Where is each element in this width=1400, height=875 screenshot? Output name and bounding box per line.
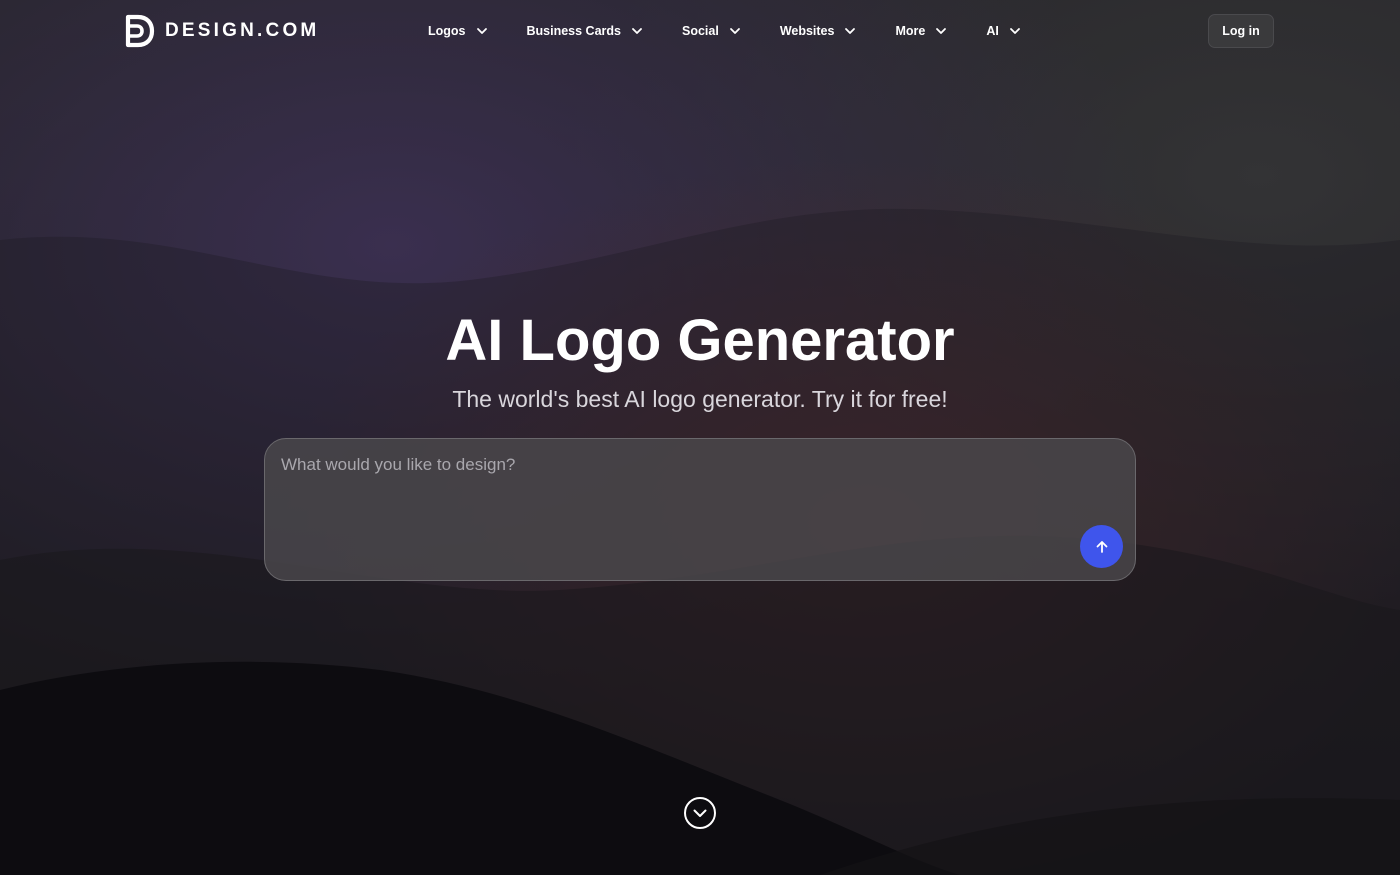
design-com-d-logo-icon: [125, 14, 155, 48]
nav-item-label: More: [895, 24, 926, 38]
chevron-down-icon: [936, 28, 947, 34]
page: DESIGN.COM Logos Business Cards Social W…: [0, 0, 1400, 875]
main-nav: Logos Business Cards Social Websites Mor…: [428, 20, 1021, 42]
nav-item-ai[interactable]: AI: [986, 24, 1021, 38]
arrow-up-icon: [1096, 540, 1107, 553]
page-title: AI Logo Generator: [445, 308, 955, 373]
chevron-down-icon: [476, 28, 487, 34]
submit-prompt-button[interactable]: [1080, 525, 1123, 568]
nav-item-websites[interactable]: Websites: [780, 24, 857, 38]
brand-logo-link[interactable]: DESIGN.COM: [125, 14, 319, 48]
nav-item-more[interactable]: More: [895, 24, 947, 38]
scroll-down-button[interactable]: [683, 796, 717, 830]
brand-name: DESIGN.COM: [165, 20, 320, 41]
chevron-down-icon: [632, 28, 642, 34]
circle-chevron-down-icon: [684, 797, 716, 829]
nav-item-label: AI: [986, 24, 999, 38]
chevron-down-icon: [729, 28, 740, 34]
nav-item-label: Websites: [779, 24, 835, 38]
chevron-down-icon: [1009, 28, 1020, 34]
design-prompt-input[interactable]: [281, 453, 1061, 563]
nav-item-label: Social: [681, 24, 719, 38]
nav-item-business-cards[interactable]: Business Cards: [527, 24, 643, 38]
chevron-down-icon: [845, 28, 856, 34]
nav-item-social[interactable]: Social: [682, 24, 741, 38]
nav-item-logos[interactable]: Logos: [428, 24, 488, 38]
login-button[interactable]: Log in: [1208, 14, 1274, 48]
nav-item-label: Logos: [428, 24, 466, 38]
nav-item-label: Business Cards: [526, 24, 621, 38]
page-subtitle: The world's best AI logo generator. Try …: [452, 386, 948, 412]
site-header: DESIGN.COM Logos Business Cards Social W…: [0, 0, 1400, 62]
prompt-box: [264, 438, 1136, 581]
